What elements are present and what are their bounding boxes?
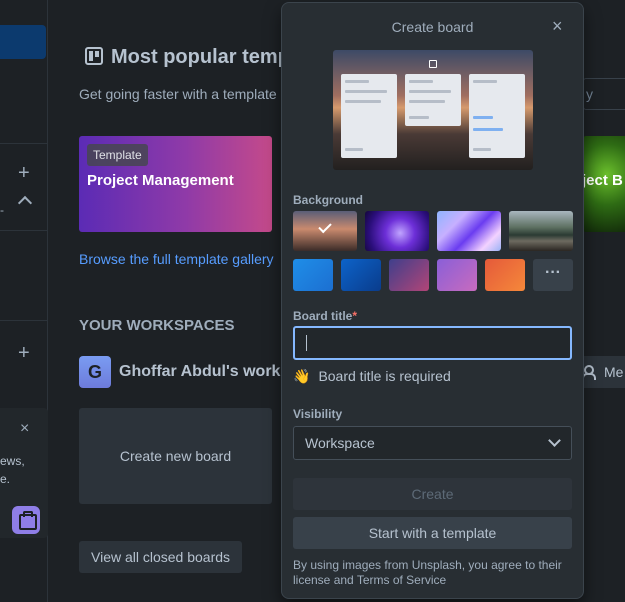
browse-template-gallery-link[interactable]: Browse the full template gallery xyxy=(79,251,274,267)
sidebar: + - + × ews, e. xyxy=(0,0,48,602)
board-template-icon xyxy=(429,60,437,68)
template-name: roject B xyxy=(583,172,623,189)
briefcase-icon[interactable] xyxy=(12,506,40,534)
chevron-down-icon xyxy=(548,434,561,447)
hint-text: Board title is required xyxy=(318,368,451,384)
sidebar-ellipsis: - xyxy=(0,203,4,217)
board-preview xyxy=(333,50,533,170)
sidebar-divider xyxy=(0,230,48,231)
promo-text-line-1: ews, xyxy=(0,454,25,468)
sidebar-divider xyxy=(0,143,48,144)
promo-text-line-2: e. xyxy=(0,472,11,486)
text-caret xyxy=(306,335,307,351)
required-mark: * xyxy=(352,309,358,323)
preview-list xyxy=(405,74,461,126)
add-board-icon[interactable]: + xyxy=(18,343,30,363)
template-name: Project Management xyxy=(87,172,234,189)
template-badge: Template xyxy=(87,144,148,166)
visibility-select[interactable]: Workspace xyxy=(293,426,572,460)
template-card-right[interactable]: roject B xyxy=(583,136,625,232)
checkmark-icon xyxy=(318,219,332,234)
background-color-indigo-pink[interactable] xyxy=(389,259,429,291)
popover-title: Create board xyxy=(391,19,474,35)
add-workspace-icon[interactable]: + xyxy=(18,163,30,183)
workspaces-heading: YOUR WORKSPACES xyxy=(79,317,235,334)
board-title-label: Board title* xyxy=(293,309,358,323)
board-title-hint: 👋 Board title is required xyxy=(293,368,451,385)
more-backgrounds-button[interactable]: ··· xyxy=(533,259,573,291)
create-new-board-tile[interactable]: Create new board xyxy=(79,408,272,504)
background-photo-sunset[interactable] xyxy=(293,211,357,251)
template-card-project-management[interactable]: Template Project Management xyxy=(79,136,272,232)
preview-list xyxy=(341,74,397,158)
background-color-purple[interactable] xyxy=(437,259,477,291)
background-color-orange[interactable] xyxy=(485,259,525,291)
start-with-template-button[interactable]: Start with a template xyxy=(293,517,572,549)
background-photo-swirl[interactable] xyxy=(437,211,501,251)
trello-board-icon xyxy=(85,47,103,65)
background-photo-purple-abstract[interactable] xyxy=(365,211,429,251)
create-button[interactable]: Create xyxy=(293,478,572,510)
sidebar-item-boards[interactable] xyxy=(0,25,46,59)
background-photo-lake[interactable] xyxy=(509,211,573,251)
section-subtitle: Get going faster with a template xyxy=(79,86,277,102)
workspace-name: Ghoffar Abdul's work xyxy=(119,363,281,380)
search-input[interactable]: y xyxy=(583,78,625,110)
background-color-dark-blue[interactable] xyxy=(341,259,381,291)
workspace-avatar: G xyxy=(79,356,111,388)
chevron-up-icon[interactable] xyxy=(17,195,33,211)
view-closed-boards-button[interactable]: View all closed boards xyxy=(79,541,243,573)
waving-hand-icon: 👋 xyxy=(293,368,311,384)
preview-list xyxy=(469,74,525,158)
sidebar-divider xyxy=(0,320,48,321)
section-title: Most popular temp xyxy=(111,46,290,68)
close-icon[interactable]: × xyxy=(552,16,563,36)
members-label: Me xyxy=(604,364,624,380)
create-board-popover: Create board × Background ··· Board titl… xyxy=(281,2,584,599)
board-title-input[interactable] xyxy=(293,326,572,360)
background-label: Background xyxy=(293,193,364,207)
unsplash-legal-text: By using images from Unsplash, you agree… xyxy=(293,558,562,587)
close-icon[interactable]: × xyxy=(20,420,29,438)
visibility-label: Visibility xyxy=(293,407,343,421)
background-color-blue[interactable] xyxy=(293,259,333,291)
visibility-value: Workspace xyxy=(305,435,375,451)
